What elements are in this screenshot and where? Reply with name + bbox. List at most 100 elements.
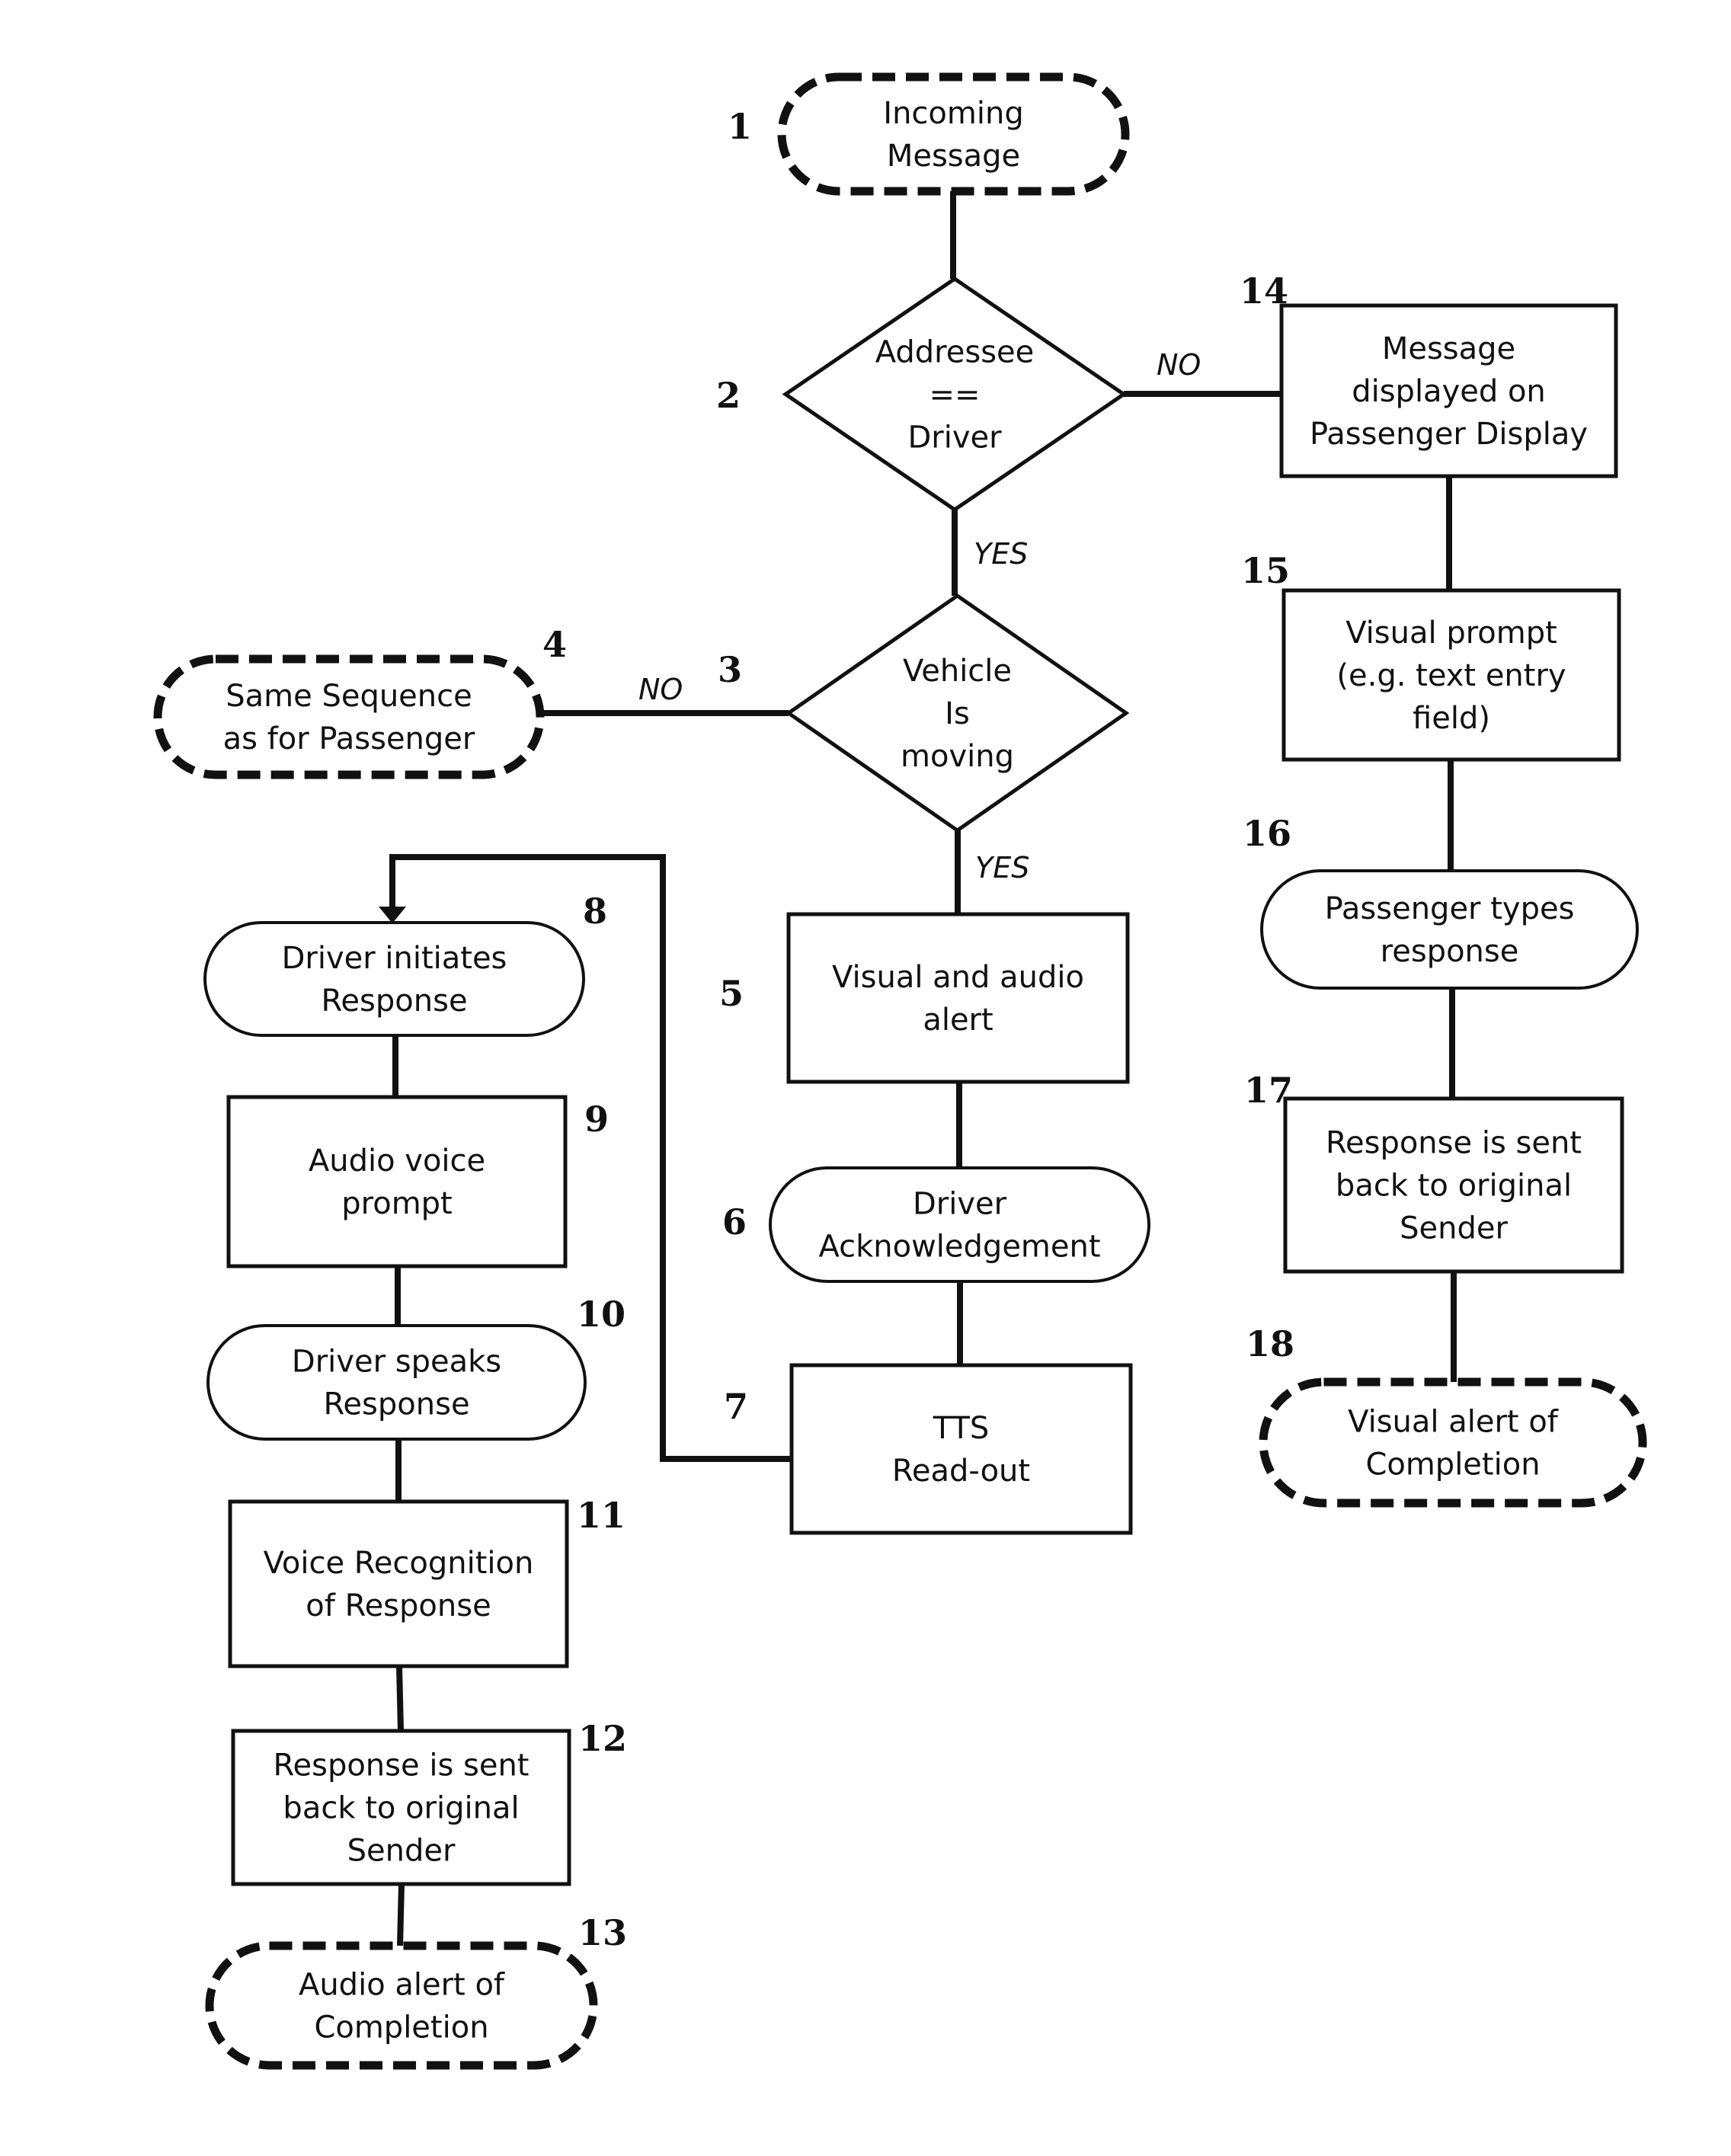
node-label-line: Sender — [1400, 1211, 1508, 1246]
flow-node-13: Audio alert of Completion — [205, 1941, 598, 2070]
reference-number: 15 — [1241, 550, 1290, 591]
node-label-line: Is — [945, 696, 970, 731]
node-label-line: Driver — [907, 421, 1002, 456]
edge-11-12 — [396, 1665, 404, 1732]
flow-node-15: Visual prompt (e.g. text entry field) — [1281, 588, 1621, 762]
flow-node-4: Same Sequence as for Passenger — [153, 654, 545, 779]
node-label-line: (e.g. text entry — [1336, 658, 1566, 693]
flow-node-1: Incoming Message — [777, 72, 1130, 196]
node-label-line: Acknowledgement — [818, 1230, 1100, 1265]
node-label-line: TTS — [933, 1411, 990, 1446]
reference-number: 10 — [577, 1294, 626, 1335]
flowchart-canvas: Incoming Message Addressee == Driver Vehicle I… — [153, 72, 1647, 2070]
node-label-line: Visual and audio — [832, 960, 1084, 995]
connector-line — [396, 1665, 404, 1732]
reference-number: 18 — [1246, 1323, 1294, 1364]
flow-node-6: Driver Acknowledgement — [769, 1166, 1150, 1283]
reference-number: 13 — [578, 1912, 627, 1953]
flow-node-5: Visual and audio alert — [786, 912, 1130, 1084]
flow-node-12: Response is sent back to original Sender — [231, 1729, 571, 1886]
node-label-line: response — [1381, 934, 1519, 969]
node-label-line: Voice Recognition — [264, 1546, 534, 1581]
arrowhead-icon — [379, 907, 406, 923]
node-label-line: prompt — [341, 1186, 452, 1221]
node-label-line: Read-out — [892, 1454, 1030, 1489]
node-label-line: Driver — [913, 1187, 1007, 1222]
reference-number: 12 — [578, 1718, 627, 1759]
process-box — [786, 912, 1130, 1084]
flow-node-17: Response is sent back to original Sender — [1283, 1096, 1624, 1274]
branch-label-yes: YES — [974, 537, 1028, 571]
branch-label-no: NO — [1157, 348, 1201, 382]
flow-node-9: Audio voice prompt — [226, 1095, 568, 1268]
reference-number: 16 — [1243, 813, 1291, 854]
flow-node-18: Visual alert of Completion — [1259, 1377, 1647, 1508]
node-label-line: Completion — [1365, 1447, 1540, 1483]
node-label-line: Passenger types — [1325, 891, 1575, 926]
reference-number: 1 — [728, 106, 752, 147]
reference-number: 2 — [716, 375, 741, 416]
flow-node-16: Passenger types response — [1260, 869, 1639, 990]
node-label-line: Audio alert of — [299, 1968, 505, 2003]
node-label-line: Message — [1382, 331, 1515, 366]
node-label-line: Sender — [347, 1834, 456, 1869]
node-label-line: field) — [1413, 701, 1490, 736]
flow-node-2: Addressee == Driver — [782, 276, 1128, 513]
node-label-line: of Response — [306, 1588, 491, 1623]
flow-node-10: Driver speaks Response — [206, 1324, 587, 1441]
flow-node-11: Voice Recognition of Response — [228, 1499, 569, 1668]
node-label-line: Response — [321, 984, 467, 1019]
node-label-line: == — [929, 378, 980, 413]
node-label-line: back to original — [1336, 1169, 1572, 1204]
flow-node-3: Vehicle Is moving — [785, 593, 1130, 833]
node-label-line: alert — [923, 1003, 993, 1038]
node-label-line: Response — [323, 1387, 469, 1422]
reference-number: 6 — [722, 1201, 747, 1243]
process-box — [789, 1363, 1133, 1535]
node-label-line: Audio voice — [309, 1144, 485, 1179]
node-label-line: Passenger Display — [1310, 417, 1588, 452]
branch-label-yes: YES — [975, 851, 1029, 884]
process-box — [228, 1499, 569, 1668]
node-label-line: displayed on — [1352, 374, 1546, 409]
node-label-line: Addressee — [875, 335, 1035, 370]
flow-node-14: Message displayed on Passenger Display — [1279, 303, 1618, 478]
terminal-oval — [769, 1166, 1150, 1283]
reference-number: 8 — [583, 891, 607, 932]
branch-label-no: NO — [638, 673, 683, 706]
node-label-line: Driver speaks — [292, 1345, 501, 1380]
reference-number: 3 — [718, 649, 742, 690]
terminal-dashed-oval — [1259, 1377, 1647, 1508]
reference-number: 4 — [542, 624, 567, 665]
node-label-line: Message — [887, 139, 1020, 174]
node-label-line: Same Sequence — [226, 679, 472, 714]
node-label-line: Visual prompt — [1345, 616, 1557, 651]
terminal-dashed-oval — [205, 1941, 598, 2070]
process-box — [226, 1095, 568, 1268]
terminal-oval — [206, 1324, 587, 1441]
reference-number: 9 — [584, 1099, 609, 1140]
reference-number: 17 — [1244, 1070, 1293, 1111]
terminal-dashed-oval — [153, 654, 545, 779]
node-label-line: Completion — [314, 2010, 488, 2046]
node-label-line: moving — [901, 739, 1014, 774]
flow-node-7: TTS Read-out — [789, 1363, 1133, 1535]
flow-node-8: Driver initiates Response — [203, 921, 585, 1037]
reference-number: 5 — [719, 973, 744, 1014]
edge-12-13 — [397, 1883, 405, 1946]
node-label-line: as for Passenger — [223, 721, 475, 757]
terminal-dashed-oval — [777, 72, 1130, 196]
nodes-layer: Incoming Message Addressee == Driver Vehicle I… — [153, 72, 1647, 2070]
connector-line — [397, 1883, 405, 1946]
node-label-line: back to original — [283, 1791, 519, 1826]
node-label-line: Response is sent — [274, 1748, 530, 1783]
node-label-line: Driver initiates — [282, 941, 507, 976]
reference-number: 7 — [724, 1386, 748, 1427]
terminal-oval — [1260, 869, 1639, 990]
reference-number: 11 — [577, 1495, 626, 1536]
node-label-line: Incoming — [883, 96, 1023, 131]
node-label-line: Visual alert of — [1348, 1405, 1559, 1440]
node-label-line: Vehicle — [903, 654, 1012, 689]
reference-number: 14 — [1240, 270, 1288, 312]
node-label-line: Response is sent — [1326, 1126, 1582, 1161]
